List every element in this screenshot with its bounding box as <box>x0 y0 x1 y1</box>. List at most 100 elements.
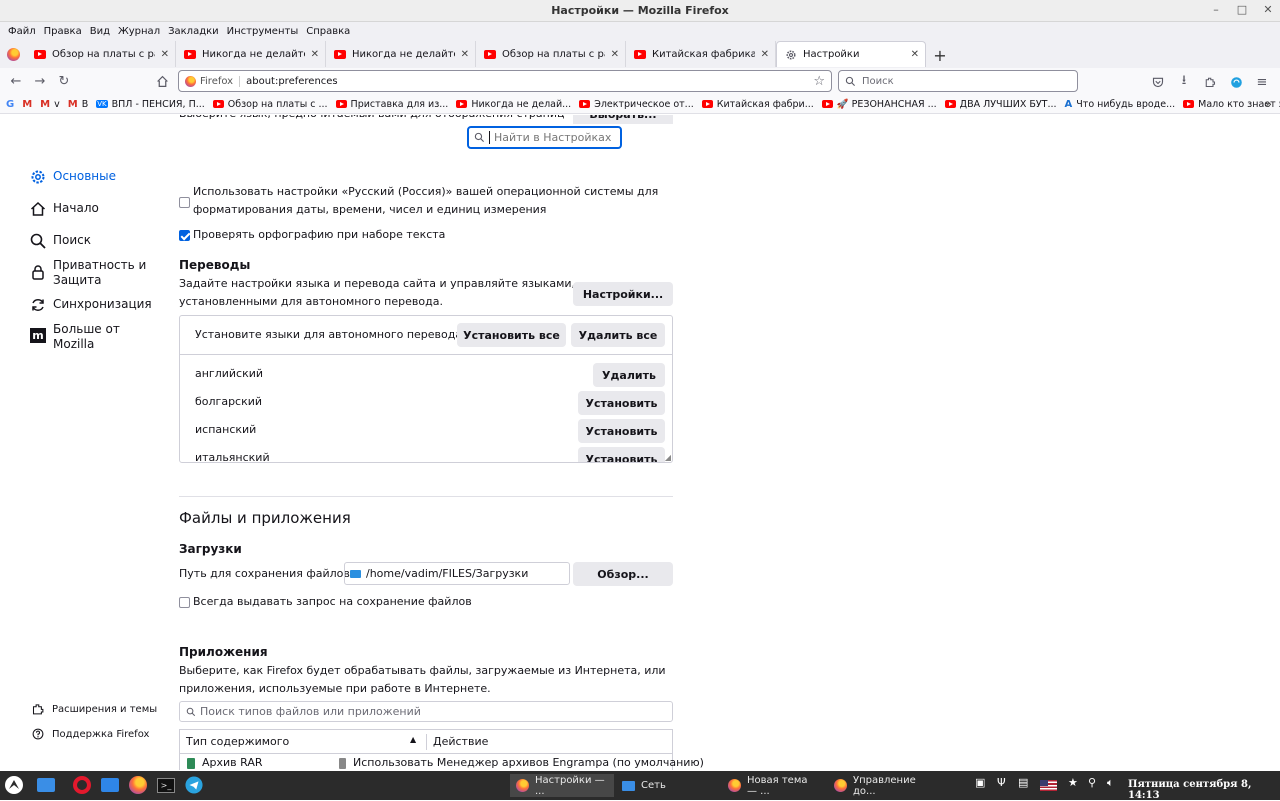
tab-close-icon[interactable]: ✕ <box>161 49 169 60</box>
install-language-button[interactable]: Установить <box>578 447 665 462</box>
tab[interactable]: Китайская фабрика по пр ✕ <box>626 41 776 67</box>
tab-close-icon[interactable]: ✕ <box>311 49 319 60</box>
sidebar-extensions-themes[interactable]: Расширения и темы <box>32 703 157 715</box>
menu-tools[interactable]: Инструменты <box>223 26 303 37</box>
clock[interactable]: Пятница сентября 8, 14:13 <box>1128 779 1280 801</box>
start-menu-button[interactable] <box>4 775 24 795</box>
always-ask-checkbox[interactable] <box>179 597 190 608</box>
browse-button[interactable]: Обзор... <box>573 562 673 586</box>
us-flag-icon[interactable] <box>1040 780 1057 791</box>
bookmark-item[interactable]: ДВА ЛУЧШИХ БУТ... <box>944 99 1057 110</box>
volume-icon[interactable]: 🔈︎ <box>1107 776 1114 790</box>
screenshot-tray-icon[interactable]: ▣ <box>975 776 985 789</box>
taskbar-window[interactable]: Сеть <box>616 774 716 797</box>
sidebar-item-more-from-mozilla[interactable]: m Больше от Mozilla <box>30 322 120 352</box>
new-tab-button[interactable]: + <box>926 42 954 68</box>
menu-file[interactable]: Файл <box>4 26 40 37</box>
bookmark-item[interactable]: Никогда не делай... <box>456 99 571 110</box>
bookmark-item[interactable]: Электрическое от... <box>579 99 694 110</box>
bookmark-item[interactable]: MB <box>68 99 88 110</box>
firefox-launcher[interactable] <box>128 775 148 795</box>
menu-history[interactable]: Журнал <box>114 26 164 37</box>
remove-language-button[interactable]: Удалить <box>593 363 665 387</box>
bookmark-label: v <box>54 98 60 110</box>
maximize-icon[interactable]: □ <box>1236 3 1248 16</box>
column-header-action[interactable]: Действие <box>433 735 488 748</box>
file-manager-launcher[interactable] <box>36 775 56 795</box>
download-folder-field[interactable]: /home/vadim/FILES/Загрузки <box>344 562 570 585</box>
remove-all-button[interactable]: Удалить все <box>571 323 665 347</box>
menu-view[interactable]: Вид <box>86 26 114 37</box>
app-menu-button[interactable]: ≡ <box>1250 70 1274 94</box>
bookmark-label: Электрическое от... <box>594 98 694 110</box>
identity-box[interactable]: Firefox <box>185 75 241 87</box>
bookmark-item[interactable]: M <box>22 99 32 110</box>
home-button[interactable] <box>150 70 174 94</box>
forward-button[interactable]: → <box>28 70 52 94</box>
translations-settings-button[interactable]: Настройки... <box>573 282 673 306</box>
column-header-type[interactable]: Тип содержимого <box>186 735 289 748</box>
sidebar-item-privacy[interactable]: Приватность и Защита <box>30 258 146 288</box>
bookmark-item[interactable]: VK ВПЛ - ПЕНСИЯ, П... <box>96 99 205 110</box>
back-button[interactable]: ← <box>4 70 28 94</box>
sidebar-firefox-support[interactable]: Поддержка Firefox <box>32 728 149 740</box>
menu-help[interactable]: Справка <box>302 26 354 37</box>
bookmark-item[interactable]: Китайская фабри... <box>701 99 814 110</box>
spellcheck-checkbox[interactable] <box>179 230 190 241</box>
install-all-button[interactable]: Установить все <box>457 323 566 347</box>
taskbar-window[interactable]: Новая тема — ... <box>722 774 826 797</box>
bookmark-item[interactable]: Mv <box>40 99 60 110</box>
star-icon[interactable]: ☆ <box>813 74 825 89</box>
tab-settings[interactable]: Настройки ✕ <box>776 41 926 67</box>
menu-edit[interactable]: Правка <box>40 26 86 37</box>
taskbar-window[interactable]: Настройки — ... <box>510 774 614 797</box>
choose-language-button[interactable]: Выбрать... <box>573 115 673 124</box>
sidebar-item-general[interactable]: Основные <box>30 169 116 185</box>
table-row[interactable]: Архив RAR Использовать Менеджер архивов … <box>180 754 704 770</box>
keyboard-tray-icon[interactable]: ▤ <box>1018 776 1028 789</box>
resize-grip-icon[interactable]: ◢ <box>665 453 671 462</box>
sync-extension-button[interactable] <box>1224 70 1248 94</box>
telegram-launcher[interactable] <box>184 775 204 795</box>
extensions-button[interactable] <box>1198 70 1222 94</box>
reload-button[interactable]: ↻ <box>52 70 76 94</box>
bookmark-item[interactable]: 🚀 РЕЗОНАНСНАЯ ... <box>821 99 937 110</box>
tab-close-icon[interactable]: ✕ <box>611 49 619 60</box>
filetype-search-placeholder: Поиск типов файлов или приложений <box>200 705 421 718</box>
os-locale-checkbox[interactable] <box>179 197 190 208</box>
tab[interactable]: Обзор на платы с ракеты ✕ <box>476 41 626 67</box>
pocket-button[interactable] <box>1146 70 1170 94</box>
tab[interactable]: Никогда не делайте такое ✕ <box>176 41 326 67</box>
firefox-view-button[interactable] <box>0 40 26 68</box>
terminal-launcher[interactable]: >_ <box>156 775 176 795</box>
sidebar-item-search[interactable]: Поиск <box>30 233 91 249</box>
close-icon[interactable]: ✕ <box>1262 3 1274 16</box>
bookmark-item[interactable]: A Что нибудь вроде... <box>1065 99 1176 110</box>
usb-tray-icon[interactable]: Ψ <box>997 776 1006 789</box>
taskbar-window[interactable]: Управление до... <box>828 774 938 797</box>
opera-launcher[interactable] <box>72 775 92 795</box>
bookmark-item[interactable]: G <box>6 99 14 110</box>
menu-bookmarks[interactable]: Закладки <box>164 26 223 37</box>
bookmark-item[interactable]: Обзор на платы с ... <box>212 99 328 110</box>
tab-close-icon[interactable]: ✕ <box>911 49 919 60</box>
files-launcher[interactable] <box>100 775 120 795</box>
sidebar-item-home[interactable]: Начало <box>30 201 99 217</box>
downloads-button[interactable]: ⭳ <box>1172 70 1196 94</box>
url-bar[interactable]: Firefox about:preferences ☆ <box>178 70 832 92</box>
search-bar[interactable]: Поиск <box>838 70 1078 92</box>
install-language-button[interactable]: Установить <box>578 419 665 443</box>
minimize-icon[interactable]: – <box>1210 3 1222 16</box>
network-tray-icon[interactable]: ⚲ <box>1088 776 1096 789</box>
tab-close-icon[interactable]: ✕ <box>461 49 469 60</box>
tab-close-icon[interactable]: ✕ <box>761 49 769 60</box>
chevron-right-icon[interactable]: » <box>1265 97 1272 111</box>
tab[interactable]: Обзор на платы с ракеты ✕ <box>26 41 176 67</box>
install-language-button[interactable]: Установить <box>578 391 665 415</box>
url-text[interactable]: about:preferences <box>246 76 807 87</box>
filetype-search-input[interactable]: Поиск типов файлов или приложений <box>179 701 673 722</box>
star-tray-icon[interactable]: ★ <box>1068 776 1078 789</box>
tab[interactable]: Никогда не делайте такое ✕ <box>326 41 476 67</box>
sidebar-item-sync[interactable]: Синхронизация <box>30 297 152 313</box>
bookmark-item[interactable]: Приставка для из... <box>335 99 448 110</box>
